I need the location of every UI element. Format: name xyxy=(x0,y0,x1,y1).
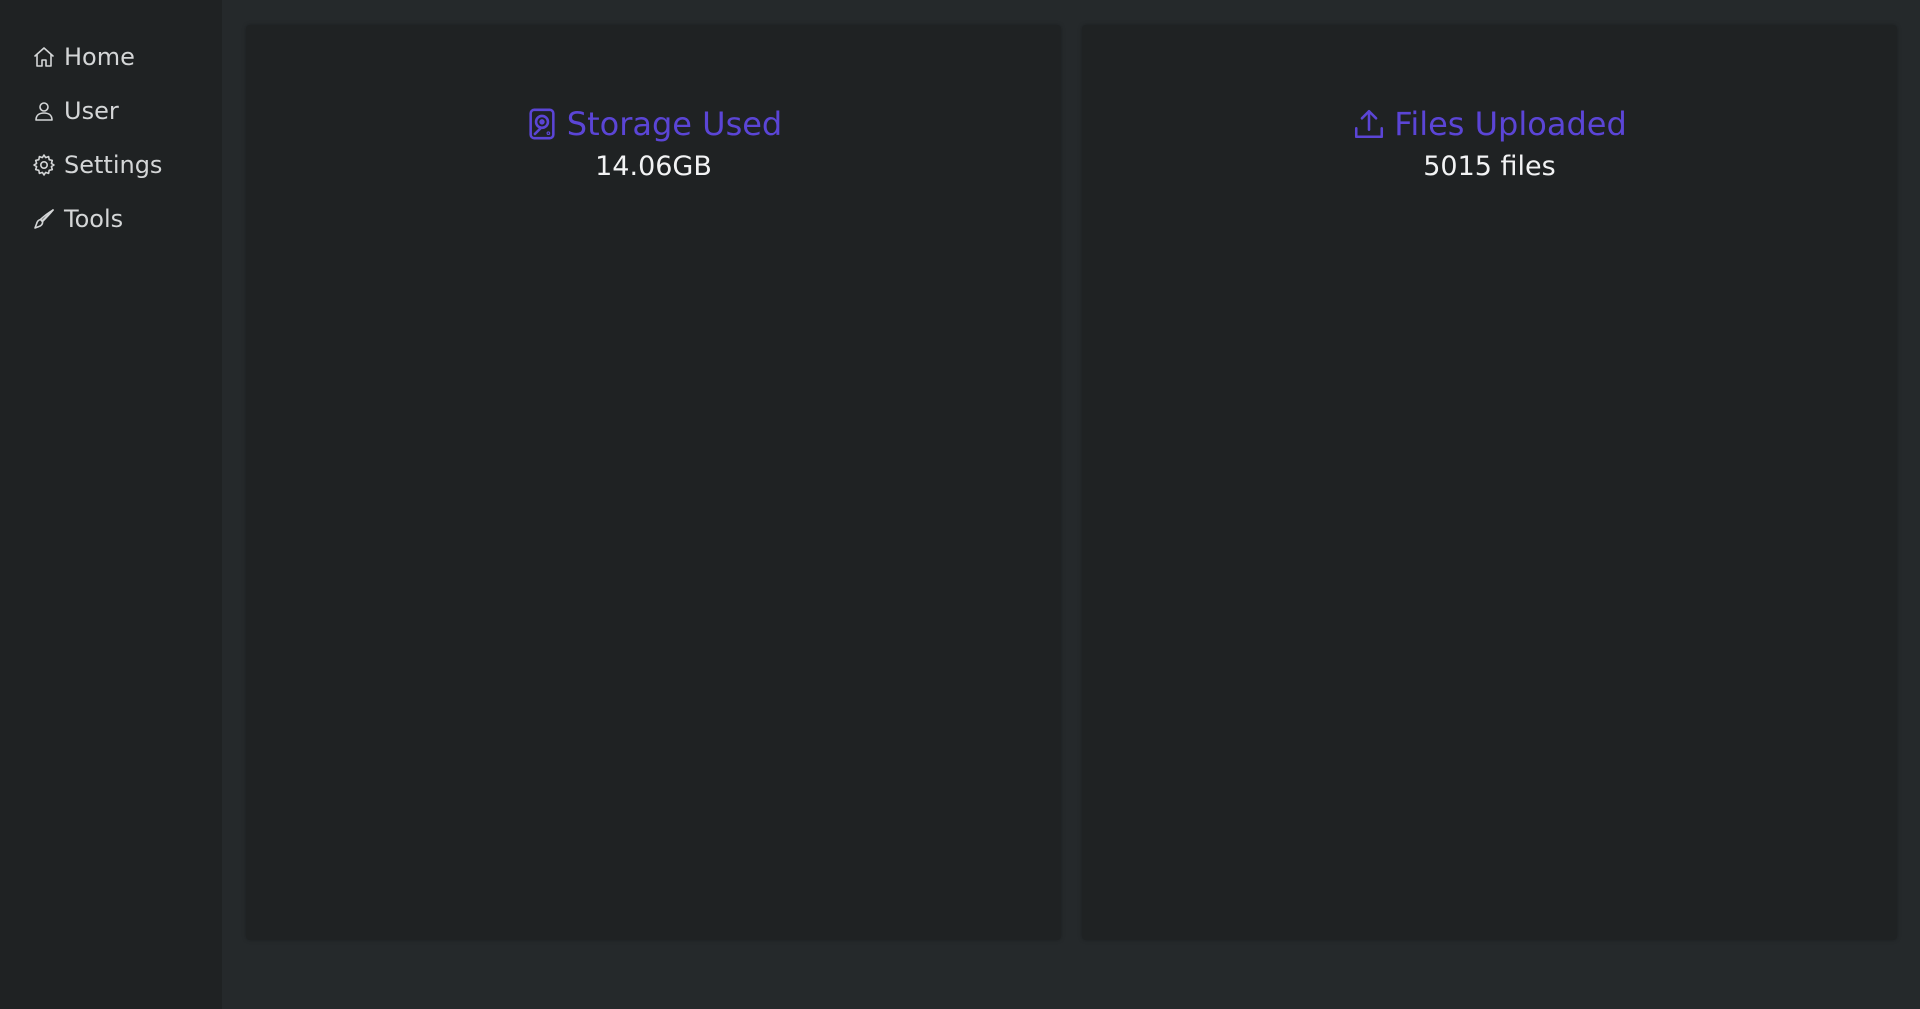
sidebar-item-label: Tools xyxy=(64,205,124,233)
sidebar-item-tools[interactable]: Tools xyxy=(0,192,222,246)
sidebar-item-home[interactable]: Home xyxy=(0,30,222,84)
app-window: Home User Settings Tools Storage Used 14… xyxy=(0,0,1920,1009)
storage-card-title-text: Storage Used xyxy=(566,105,783,143)
sidebar-item-settings[interactable]: Settings xyxy=(0,138,222,192)
sidebar-item-label: User xyxy=(64,97,119,125)
sidebar-item-label: Home xyxy=(64,43,135,71)
hard-drive-icon xyxy=(525,107,559,141)
storage-used-value: 14.06GB xyxy=(595,151,712,182)
upload-icon xyxy=(1352,107,1386,141)
storage-card-header: Storage Used 14.06GB xyxy=(246,105,1061,182)
home-icon xyxy=(31,44,57,70)
storage-card-title: Storage Used xyxy=(525,105,782,143)
files-uploaded-value: 5015 files xyxy=(1423,151,1556,182)
main-content: Storage Used 14.06GB Files Uploaded 5015… xyxy=(222,0,1920,1009)
files-card-header: Files Uploaded 5015 files xyxy=(1082,105,1897,182)
sidebar: Home User Settings Tools xyxy=(0,0,222,1009)
gear-icon xyxy=(31,152,57,178)
user-icon xyxy=(31,98,57,124)
files-uploaded-card: Files Uploaded 5015 files xyxy=(1082,25,1897,940)
sidebar-item-user[interactable]: User xyxy=(0,84,222,138)
files-card-title-text: Files Uploaded xyxy=(1394,105,1627,143)
storage-used-card: Storage Used 14.06GB xyxy=(246,25,1061,940)
sidebar-item-label: Settings xyxy=(64,151,163,179)
files-card-title: Files Uploaded xyxy=(1352,105,1627,143)
brush-icon xyxy=(31,206,57,232)
